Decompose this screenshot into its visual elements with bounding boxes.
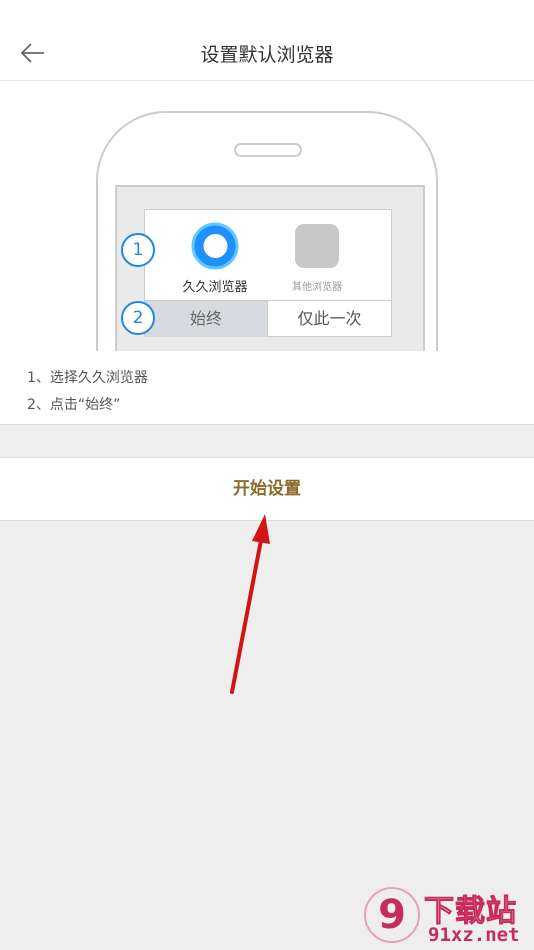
guide-panel: 久久浏览器 其他浏览器 始终 仅此一次 1 2 1、选择久久浏览器 2、点击“始… [0,81,534,425]
just-once-option: 仅此一次 [297,309,362,328]
instruction-step-2: 2、点击“始终” [27,397,121,413]
other-browser-icon [295,224,339,268]
phone-speaker [234,143,302,157]
top-bar: 设置默认浏览器 [0,0,534,81]
phone-screen: 久久浏览器 其他浏览器 始终 仅此一次 [115,185,425,351]
jiujiu-browser-icon [191,222,239,270]
always-option: 始终 [145,301,268,337]
step-1-badge: 1 [121,233,155,267]
choice-row: 始终 仅此一次 [145,300,391,337]
instruction-step-1: 1、选择久久浏览器 [27,370,148,386]
main-browser-label: 久久浏览器 [182,280,248,295]
step-2-badge: 2 [121,301,155,335]
start-setup-button[interactable]: 开始设置 [0,457,534,521]
watermark-logo-icon: 9 [364,887,420,943]
chooser-dialog: 久久浏览器 其他浏览器 始终 仅此一次 [144,209,392,337]
other-browser-label: 其他浏览器 [292,282,342,293]
watermark-logo-text: 9 [378,892,406,938]
watermark: 9 下载站 91xz.net [362,884,530,946]
watermark-site: 91xz.net [428,924,520,946]
page-title: 设置默认浏览器 [200,44,334,66]
